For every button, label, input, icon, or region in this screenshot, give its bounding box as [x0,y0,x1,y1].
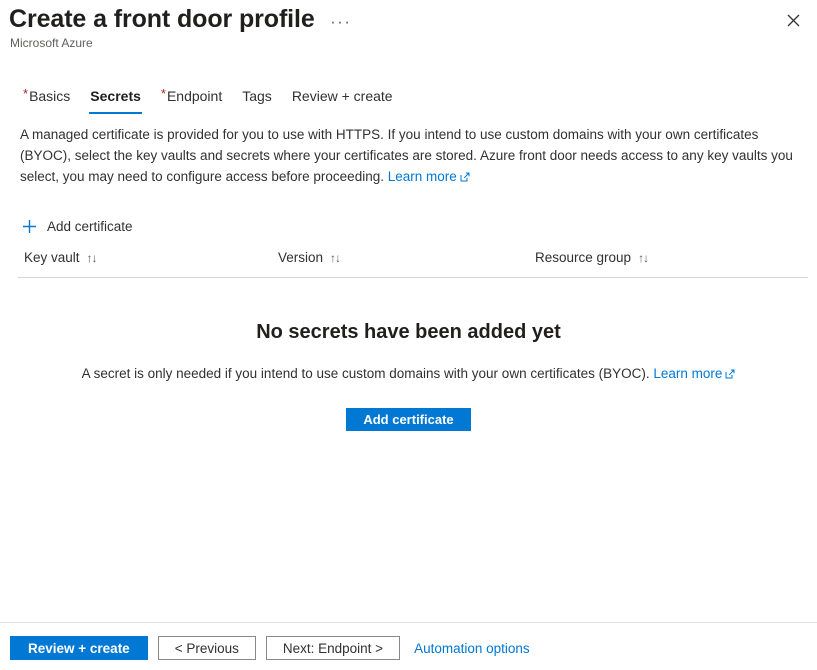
tab-review-create[interactable]: Review + create [282,87,403,114]
blade-header: Create a front door profile ··· Microsof… [0,0,817,62]
external-link-icon [460,172,470,182]
sort-arrows-icon: ↑↓ [86,250,98,265]
tab-review-create-label: Review + create [291,88,393,104]
column-header-key-vault-label: Key vault [24,250,80,265]
empty-state-learn-more-link[interactable]: Learn more [653,366,735,381]
sort-arrows-icon: ↑↓ [330,250,341,265]
secrets-description: A managed certificate is provided for yo… [20,124,811,187]
sort-arrows-icon: ↑↓ [638,250,649,265]
description-learn-more-link[interactable]: Learn more [388,169,470,184]
automation-options-link[interactable]: Automation options [414,641,530,656]
tab-secrets-label: Secrets [90,88,141,104]
empty-state-action: Add certificate [0,408,817,431]
description-learn-more-label: Learn more [387,169,457,184]
close-button[interactable] [779,6,807,34]
add-certificate-command[interactable]: Add certificate [20,212,133,240]
secrets-table-header: Key vault ↑↓ Version ↑↓ Resource group ↑… [20,250,809,277]
external-link-icon [725,369,735,379]
previous-button[interactable]: < Previous [157,636,256,660]
column-header-resource-group-label: Resource group [535,250,632,265]
tab-endpoint-label: Endpoint [166,88,223,104]
footer-divider [0,622,817,623]
empty-state-learn-more-label: Learn more [653,366,723,381]
wizard-tabs: *Basics Secrets *Endpoint Tags Review + … [13,84,403,114]
close-icon [787,14,799,26]
more-options-icon[interactable]: ··· [329,12,353,32]
tab-basics[interactable]: *Basics [13,87,80,114]
empty-state: No secrets have been added yet A secret … [0,318,817,431]
required-indicator: * [160,86,166,101]
column-header-version-label: Version [278,250,324,265]
empty-state-subtitle-text: A secret is only needed if you intend to… [81,366,650,381]
table-header-divider [18,277,808,278]
column-header-key-vault[interactable]: Key vault ↑↓ [24,250,98,265]
next-endpoint-button[interactable]: Next: Endpoint > [265,636,401,660]
title-row: Create a front door profile ··· [9,4,353,34]
tab-basics-label: Basics [29,88,71,104]
tab-tags-label: Tags [242,88,272,104]
tab-tags[interactable]: Tags [232,87,282,114]
tab-secrets[interactable]: Secrets [80,87,151,114]
empty-state-subtitle: A secret is only needed if you intend to… [0,364,817,384]
empty-state-title: No secrets have been added yet [256,321,561,343]
page-title: Create a front door profile [9,5,315,33]
tab-endpoint[interactable]: *Endpoint [151,87,232,114]
column-header-version[interactable]: Version ↑↓ [278,250,341,265]
add-certificate-button[interactable]: Add certificate [346,408,471,431]
required-indicator: * [23,86,29,101]
plus-icon [20,217,38,235]
page-subtitle: Microsoft Azure [10,36,93,50]
column-header-resource-group[interactable]: Resource group ↑↓ [535,250,649,265]
review-create-button[interactable]: Review + create [10,636,148,660]
add-certificate-command-label: Add certificate [47,218,133,234]
wizard-footer: Review + create < Previous Next: Endpoin… [10,636,530,660]
